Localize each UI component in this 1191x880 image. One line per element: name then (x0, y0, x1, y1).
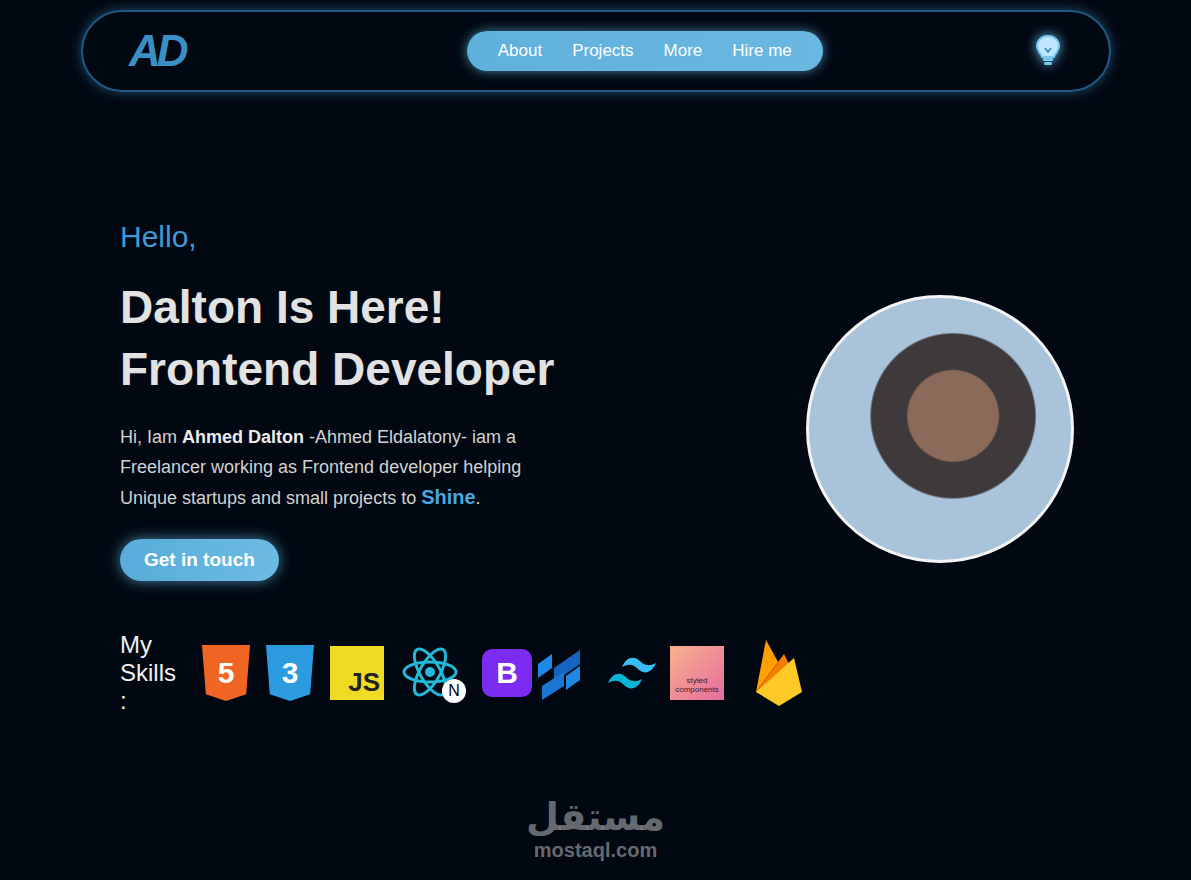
bootstrap-icon: B (482, 649, 532, 697)
javascript-icon: JS (330, 646, 384, 700)
hero: Hello, Dalton Is Here!Frontend Developer… (0, 92, 1191, 715)
name-highlight: Ahmed Dalton (182, 427, 304, 447)
tailwind-icon (606, 653, 664, 693)
watermark: مستقل mostaql.com (0, 795, 1191, 862)
lightbulb-icon[interactable] (1035, 34, 1061, 68)
watermark-arabic: مستقل (526, 795, 665, 839)
headline: Dalton Is Here!Frontend Developer (120, 276, 806, 400)
shine-highlight: Shine (421, 486, 475, 508)
html5-icon: 5 (202, 645, 250, 701)
skills-row: My Skills : 53 JS NBstyled components (120, 631, 806, 715)
headline-line: Dalton Is Here! (120, 276, 806, 338)
hero-content: Hello, Dalton Is Here!Frontend Developer… (120, 220, 806, 715)
get-in-touch-button[interactable]: Get in touch (120, 539, 279, 581)
watermark-latin: mostaql.com (534, 839, 657, 862)
styled-components-icon: styled components (670, 646, 724, 700)
css3-icon: 3 (266, 645, 314, 701)
mui-icon (536, 646, 584, 700)
navbar: AD About Projects More Hire me (81, 10, 1111, 92)
logo[interactable]: AD (129, 26, 185, 76)
nav-menu: About Projects More Hire me (467, 31, 823, 71)
headline-line: Frontend Developer (120, 338, 806, 400)
nav-link[interactable]: Projects (561, 39, 644, 63)
profile-photo (806, 295, 1074, 563)
firebase-icon (752, 636, 806, 710)
greeting: Hello, (120, 220, 806, 254)
nav-link[interactable]: More (653, 39, 714, 63)
intro-text: Hi, Iam Ahmed Dalton -Ahmed Eldalatony- … (120, 422, 525, 513)
theme-toggle[interactable] (1035, 34, 1061, 68)
skill-icons: 53 JS NBstyled components (202, 636, 806, 710)
react-next-icon: N (400, 643, 466, 703)
next-badge: N (442, 679, 466, 703)
skills-label: My Skills : (120, 631, 176, 715)
nav-link[interactable]: About (487, 39, 553, 63)
nav-link[interactable]: Hire me (721, 39, 803, 63)
page: AD About Projects More Hire me Hello, Dalto… (0, 0, 1191, 880)
